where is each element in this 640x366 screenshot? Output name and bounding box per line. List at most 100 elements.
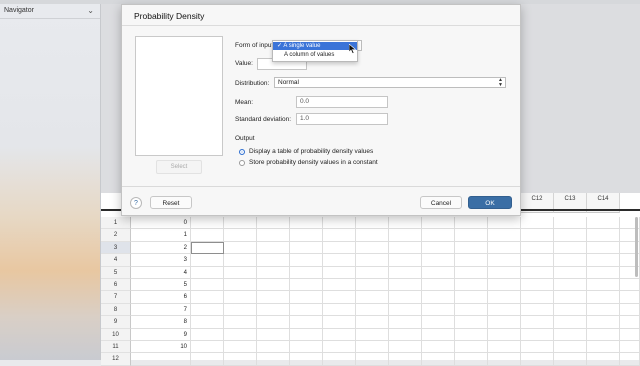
table-cell[interactable]	[224, 316, 257, 329]
table-cell[interactable]	[389, 229, 422, 242]
row-header[interactable]: 4	[101, 254, 131, 267]
table-cell[interactable]	[521, 241, 554, 255]
distribution-select[interactable]: Normal ▲ ▼	[274, 77, 506, 88]
ok-button[interactable]: OK	[468, 196, 512, 209]
table-cell[interactable]	[422, 241, 455, 255]
row-header[interactable]: 11	[101, 341, 131, 354]
table-cell[interactable]	[323, 291, 356, 304]
table-cell[interactable]	[455, 254, 488, 267]
help-button[interactable]: ?	[130, 197, 142, 209]
table-cell[interactable]: 3	[131, 254, 191, 267]
table-cell[interactable]	[191, 279, 224, 292]
table-cell[interactable]	[257, 266, 290, 279]
table-cell[interactable]	[257, 229, 290, 242]
table-cell[interactable]	[389, 241, 422, 255]
table-cell[interactable]	[389, 217, 422, 230]
table-cell[interactable]	[554, 229, 587, 242]
table-cell[interactable]	[257, 303, 290, 317]
table-cell[interactable]	[521, 266, 554, 279]
table-cell[interactable]	[290, 254, 323, 267]
table-cell[interactable]	[191, 303, 224, 317]
table-cell[interactable]	[290, 266, 323, 279]
table-cell[interactable]	[389, 291, 422, 304]
table-cell[interactable]	[554, 266, 587, 279]
table-cell[interactable]	[257, 217, 290, 230]
table-cell[interactable]	[488, 279, 521, 292]
table-cell[interactable]	[554, 303, 587, 317]
table-cell[interactable]	[257, 279, 290, 292]
table-cell[interactable]	[620, 303, 640, 317]
table-cell[interactable]	[422, 279, 455, 292]
table-cell[interactable]	[323, 266, 356, 279]
mean-input[interactable]: 0.0	[296, 96, 388, 108]
table-cell[interactable]	[191, 328, 224, 341]
table-cell[interactable]	[191, 229, 224, 242]
table-cell[interactable]	[587, 229, 620, 242]
table-cell[interactable]	[587, 341, 620, 354]
row-header[interactable]: 8	[101, 303, 131, 317]
table-cell[interactable]	[455, 303, 488, 317]
cancel-button[interactable]: Cancel	[420, 196, 462, 209]
table-cell[interactable]: 10	[131, 341, 191, 354]
table-cell[interactable]	[488, 229, 521, 242]
table-cell[interactable]	[356, 229, 389, 242]
table-cell[interactable]	[488, 254, 521, 267]
row-header[interactable]: 6	[101, 279, 131, 292]
table-cell[interactable]	[323, 217, 356, 230]
table-cell[interactable]	[224, 266, 257, 279]
chevron-down-icon[interactable]: ⌄	[87, 6, 94, 15]
table-cell[interactable]	[521, 229, 554, 242]
table-cell[interactable]: 9	[131, 328, 191, 341]
table-cell[interactable]	[422, 217, 455, 230]
output-radio-table[interactable]	[239, 149, 245, 155]
table-cell[interactable]	[554, 291, 587, 304]
table-cell[interactable]	[290, 303, 323, 317]
table-cell[interactable]	[290, 241, 323, 255]
table-cell[interactable]	[422, 303, 455, 317]
table-cell[interactable]	[587, 266, 620, 279]
row-header[interactable]: 1	[101, 217, 131, 230]
table-cell[interactable]: 6	[131, 291, 191, 304]
table-cell[interactable]	[554, 341, 587, 354]
table-cell[interactable]: 7	[131, 303, 191, 317]
table-cell[interactable]	[224, 254, 257, 267]
table-cell[interactable]	[389, 266, 422, 279]
table-cell[interactable]	[356, 328, 389, 341]
table-cell[interactable]	[224, 328, 257, 341]
table-cell[interactable]	[356, 241, 389, 255]
table-cell[interactable]	[554, 254, 587, 267]
table-cell[interactable]	[488, 241, 521, 255]
row-header[interactable]: 3	[101, 241, 131, 255]
table-cell[interactable]	[422, 254, 455, 267]
table-cell[interactable]	[455, 316, 488, 329]
table-cell[interactable]	[521, 316, 554, 329]
table-cell[interactable]	[356, 266, 389, 279]
table-cell[interactable]	[323, 303, 356, 317]
table-cell[interactable]	[422, 341, 455, 354]
row-header[interactable]: 7	[101, 291, 131, 304]
table-cell[interactable]	[620, 341, 640, 354]
table-cell[interactable]	[521, 328, 554, 341]
table-cell[interactable]	[422, 229, 455, 242]
table-cell[interactable]	[257, 341, 290, 354]
table-cell[interactable]	[356, 303, 389, 317]
table-cell[interactable]	[389, 254, 422, 267]
table-cell[interactable]	[488, 266, 521, 279]
table-cell[interactable]	[323, 254, 356, 267]
table-cell[interactable]	[521, 217, 554, 230]
table-cell[interactable]	[224, 217, 257, 230]
table-cell[interactable]	[191, 266, 224, 279]
dropdown-option-column-of-values[interactable]: A column of values	[273, 51, 357, 59]
table-cell[interactable]	[389, 341, 422, 354]
table-cell[interactable]	[356, 341, 389, 354]
table-cell[interactable]	[422, 291, 455, 304]
table-cell[interactable]	[290, 291, 323, 304]
table-cell[interactable]	[257, 316, 290, 329]
table-cell[interactable]	[587, 316, 620, 329]
table-cell[interactable]	[521, 254, 554, 267]
table-cell[interactable]	[554, 241, 587, 255]
table-cell[interactable]	[620, 316, 640, 329]
table-cell[interactable]	[290, 316, 323, 329]
table-cell[interactable]	[191, 241, 224, 255]
table-cell[interactable]	[191, 291, 224, 304]
